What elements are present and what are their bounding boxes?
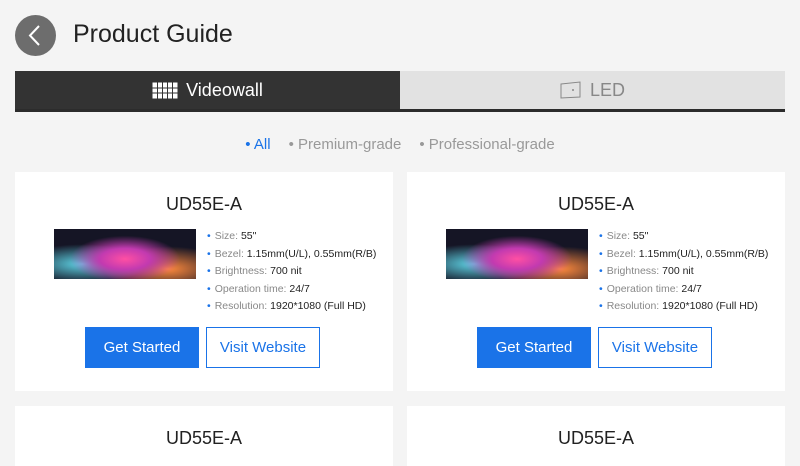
back-button[interactable] — [15, 15, 56, 56]
spec-bezel: Bezel: 1.15mm(U/L), 0.55mm(R/B) — [207, 246, 377, 264]
product-image — [446, 229, 588, 279]
spec-brightness: Brightness: 700 nit — [207, 263, 376, 281]
tab-label: LED — [589, 79, 625, 100]
spec-bezel: Bezel: 1.15mm(U/L), 0.55mm(R/B) — [599, 246, 769, 264]
chevron-left-icon — [28, 25, 40, 46]
filter-all[interactable]: • All — [245, 136, 270, 153]
spec-brightness: Brightness: 700 nit — [599, 263, 768, 281]
tab-label: Videowall — [186, 79, 263, 100]
spec-operation: Operation time: 24/7 — [599, 281, 768, 299]
grade-filter: • All • Premium-grade • Professional-gra… — [0, 136, 800, 153]
filter-premium[interactable]: • Premium-grade — [289, 136, 402, 153]
product-card: UD55E-A Size: 55" Bezel: 1.15mm(U/L), 0.… — [15, 172, 393, 391]
product-card: UD55E-A — [407, 406, 785, 466]
grid-icon — [152, 81, 179, 99]
get-started-button[interactable]: Get Started — [85, 327, 199, 368]
get-started-button[interactable]: Get Started — [477, 327, 591, 368]
page-title: Product Guide — [73, 20, 233, 48]
spec-size: Size: 55" — [599, 228, 768, 246]
spec-list: Size: 55" Bezel: 1.15mm(U/L), 0.55mm(R/B… — [599, 228, 769, 316]
visit-website-button[interactable]: Visit Website — [206, 327, 320, 368]
product-image — [54, 229, 196, 279]
tab-videowall[interactable]: Videowall — [15, 71, 400, 109]
product-name: UD55E-A — [557, 194, 635, 214]
tab-led[interactable]: LED — [400, 71, 785, 109]
product-name: UD55E-A — [557, 428, 635, 448]
filter-professional[interactable]: • Professional-grade — [419, 136, 554, 153]
spec-size: Size: 55" — [207, 228, 376, 246]
spec-resolution: Resolution: 1920*1080 (Full HD) — [599, 298, 768, 316]
visit-website-button[interactable]: Visit Website — [598, 327, 712, 368]
product-name: UD55E-A — [165, 428, 243, 448]
product-card: UD55E-A Size: 55" Bezel: 1.15mm(U/L), 0.… — [407, 172, 785, 391]
spec-operation: Operation time: 24/7 — [207, 281, 376, 299]
spec-list: Size: 55" Bezel: 1.15mm(U/L), 0.55mm(R/B… — [207, 228, 377, 316]
spec-resolution: Resolution: 1920*1080 (Full HD) — [207, 298, 376, 316]
product-card: UD55E-A — [15, 406, 393, 466]
led-panel-icon — [560, 81, 581, 99]
product-name: UD55E-A — [165, 194, 243, 214]
category-tabs: Videowall LED — [15, 71, 785, 112]
